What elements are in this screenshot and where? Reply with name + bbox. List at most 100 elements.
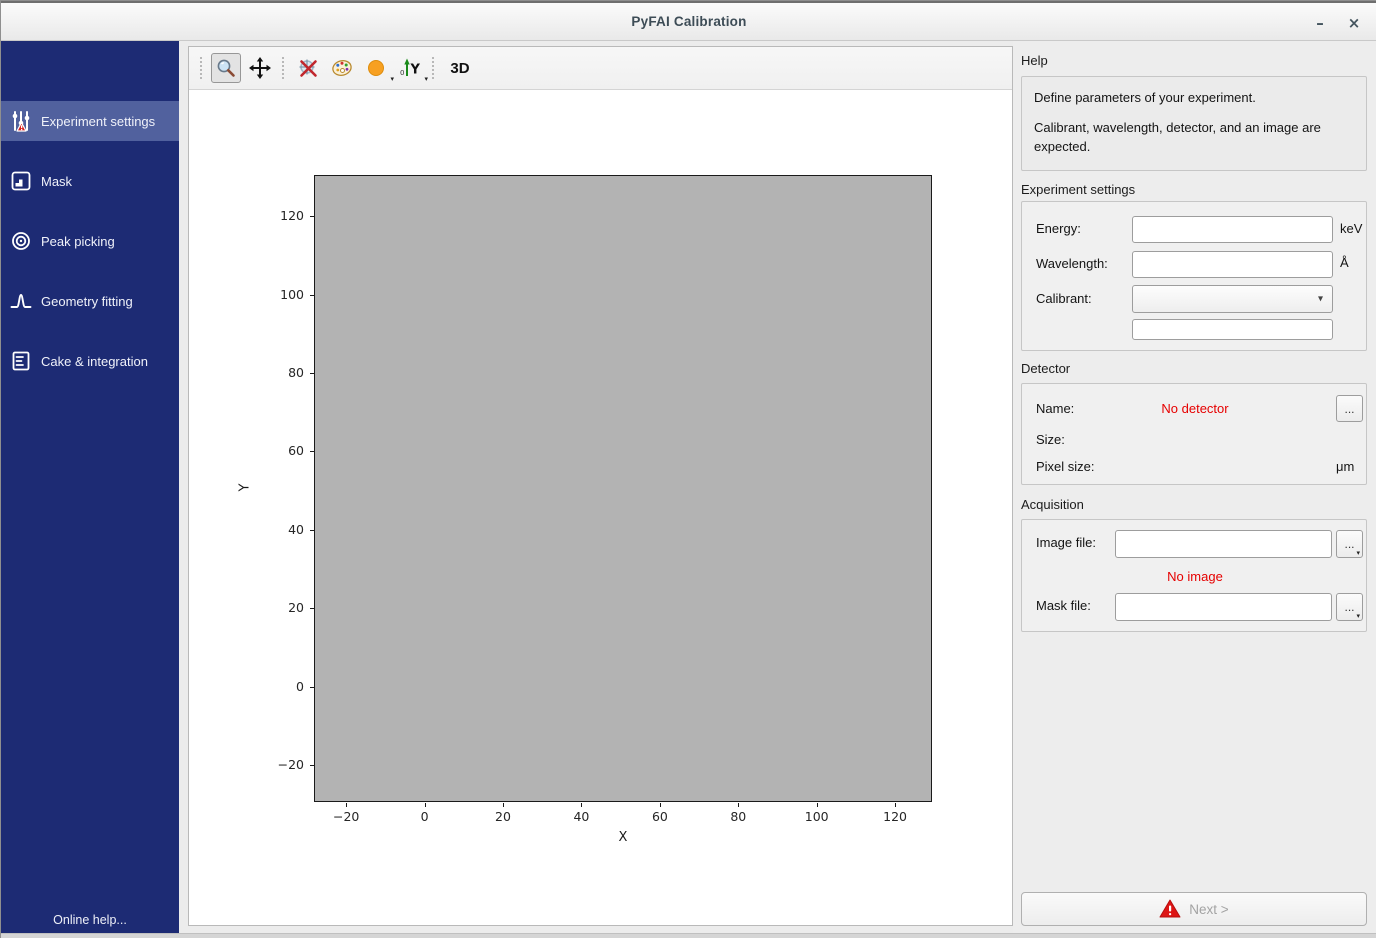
mask-file-browse-button[interactable]: ...▾	[1336, 593, 1363, 621]
minimize-button[interactable]: –	[1307, 11, 1333, 35]
y-tick-label: 20	[261, 600, 304, 616]
online-help-link[interactable]: Online help...	[1, 913, 179, 927]
acquisition-heading: Acquisition	[1021, 497, 1084, 512]
y-tick-mark	[310, 295, 314, 296]
window-title: PyFAI Calibration	[1, 14, 1376, 29]
titlebar: PyFAI Calibration – ×	[1, 1, 1376, 41]
chevron-down-icon: ▾	[1356, 612, 1360, 620]
x-axis-label: X	[314, 830, 932, 845]
y-axis-icon: 0 Y	[399, 57, 421, 79]
svg-text:0: 0	[400, 69, 404, 77]
sidebar-item-label: Experiment settings	[41, 114, 155, 129]
y-tick-label: 80	[261, 365, 304, 381]
detector-box: Name: No detector ... Size: Pixel size: …	[1021, 383, 1367, 485]
pixel-size-unit: μm	[1336, 459, 1354, 474]
crosshair-disabled-icon	[297, 57, 319, 79]
plot-toolbar: ▾ 0 Y▾3D	[189, 47, 1012, 90]
wavelength-unit: Å	[1340, 255, 1349, 270]
y-tick-mark	[310, 216, 314, 217]
y-tick-label: −20	[261, 757, 304, 773]
sidebar: Experiment settings Mask Peak picking Ge…	[1, 41, 179, 933]
pan-arrows-icon	[249, 57, 271, 79]
chevron-down-icon: ▾	[1356, 549, 1360, 557]
x-tick-mark	[503, 803, 504, 807]
x-tick-label: 60	[635, 809, 685, 825]
wavelength-label: Wavelength:	[1036, 256, 1108, 271]
y-tick-mark	[310, 608, 314, 609]
plot-canvas[interactable]	[314, 175, 932, 802]
palette-icon	[331, 57, 353, 79]
y-axis-orientation-button[interactable]: 0 Y▾	[395, 53, 425, 83]
settings-panel: Help Define parameters of your experimen…	[1013, 41, 1376, 933]
x-tick-mark	[895, 803, 896, 807]
marker-color-button[interactable]: ▾	[361, 53, 391, 83]
detector-name-value: No detector	[1022, 401, 1368, 416]
pixel-size-label: Pixel size:	[1036, 459, 1095, 474]
sidebar-item-mask[interactable]: Mask	[1, 161, 179, 201]
peak-curve-icon	[10, 290, 32, 312]
help-box: Define parameters of your experiment. Ca…	[1021, 76, 1367, 171]
energy-label: Energy:	[1036, 221, 1081, 236]
sidebar-item-geometry-fitting[interactable]: Geometry fitting	[1, 281, 179, 321]
sliders-warning-icon	[10, 110, 32, 132]
x-tick-label: 0	[400, 809, 450, 825]
help-heading: Help	[1021, 53, 1048, 68]
warning-icon	[1159, 899, 1181, 919]
next-button-label: Next >	[1189, 902, 1228, 917]
chevron-down-icon: ▾	[390, 75, 394, 83]
x-tick-mark	[425, 803, 426, 807]
next-button[interactable]: Next >	[1021, 892, 1367, 926]
x-tick-label: 80	[713, 809, 763, 825]
chevron-down-icon: ▾	[1318, 293, 1323, 304]
x-tick-mark	[581, 803, 582, 807]
x-tick-mark	[346, 803, 347, 807]
sidebar-item-label: Geometry fitting	[41, 294, 133, 309]
cake-list-icon	[10, 350, 32, 372]
orange-circle-icon	[365, 57, 387, 79]
mask-icon	[10, 170, 32, 192]
close-button[interactable]: ×	[1341, 11, 1367, 35]
crosshair-button[interactable]	[293, 53, 323, 83]
svg-text:Y: Y	[410, 63, 421, 78]
x-tick-label: 100	[792, 809, 842, 825]
x-tick-mark	[817, 803, 818, 807]
chevron-down-icon: ▾	[424, 75, 428, 83]
calibrant-select[interactable]: ▾	[1132, 285, 1333, 313]
y-tick-mark	[310, 530, 314, 531]
sidebar-item-experiment-settings[interactable]: Experiment settings	[1, 101, 179, 141]
y-tick-mark	[310, 687, 314, 688]
y-tick-label: 100	[261, 287, 304, 303]
wavelength-input[interactable]	[1132, 251, 1333, 278]
x-tick-mark	[738, 803, 739, 807]
target-icon	[10, 230, 32, 252]
toolbar-grip	[282, 57, 286, 79]
mask-file-input[interactable]	[1115, 593, 1332, 621]
window-bottom-edge	[1, 933, 1376, 938]
image-file-label: Image file:	[1036, 535, 1096, 550]
detector-heading: Detector	[1021, 361, 1070, 376]
view-3d-button[interactable]: 3D	[443, 53, 477, 83]
pan-mode-button[interactable]	[245, 53, 275, 83]
zoom-mode-button[interactable]	[211, 53, 241, 83]
sidebar-item-cake-integration[interactable]: Cake & integration	[1, 341, 179, 381]
magnifier-icon	[215, 57, 237, 79]
plot-panel: ▾ 0 Y▾3D X Y −20020406080100120−20020406…	[188, 46, 1013, 926]
calibrant-file-input[interactable]	[1132, 319, 1333, 340]
image-file-browse-button[interactable]: ...▾	[1336, 530, 1363, 558]
energy-unit: keV	[1340, 221, 1362, 236]
y-tick-mark	[310, 765, 314, 766]
calibrant-label: Calibrant:	[1036, 291, 1092, 306]
image-file-input[interactable]	[1115, 530, 1332, 558]
y-tick-label: 0	[261, 679, 304, 695]
y-tick-label: 120	[261, 208, 304, 224]
y-tick-mark	[310, 451, 314, 452]
energy-input[interactable]	[1132, 216, 1333, 243]
mask-file-label: Mask file:	[1036, 598, 1091, 613]
sidebar-item-peak-picking[interactable]: Peak picking	[1, 221, 179, 261]
sidebar-item-label: Cake & integration	[41, 354, 148, 369]
toolbar-grip	[200, 57, 204, 79]
detector-browse-button[interactable]: ...	[1336, 395, 1363, 422]
y-tick-label: 60	[261, 443, 304, 459]
colormap-button[interactable]	[327, 53, 357, 83]
y-axis-label: Y	[237, 484, 252, 492]
